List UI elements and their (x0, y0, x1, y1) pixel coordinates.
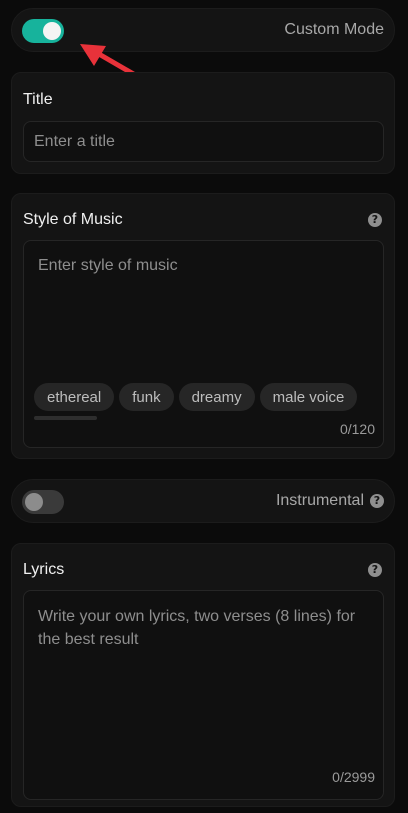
style-heading: Style of Music (23, 211, 123, 228)
title-field (23, 121, 384, 162)
instrumental-help-icon[interactable]: ? (370, 494, 384, 508)
instrumental-toggle[interactable] (22, 490, 64, 514)
create-panel: Custom Mode Title Style of Music ? ether… (0, 0, 408, 813)
toggle-knob (25, 493, 43, 511)
custom-mode-label: Custom Mode (284, 21, 384, 38)
lyrics-help-icon[interactable]: ? (368, 563, 382, 577)
custom-mode-toggle[interactable] (22, 19, 64, 43)
style-tag[interactable]: ethereal (34, 383, 115, 411)
style-section: Style of Music ? ethereal funk dreamy ma… (11, 193, 395, 459)
style-help-icon[interactable]: ? (368, 213, 382, 227)
instrumental-label: Instrumental (275, 492, 364, 509)
lyrics-field: 0/2999 (23, 590, 384, 800)
style-tag[interactable]: dreamy (178, 383, 255, 411)
lyrics-section: Lyrics ? 0/2999 (11, 543, 395, 807)
style-input[interactable] (24, 241, 383, 371)
style-field: ethereal funk dreamy male voice 0/120 (23, 240, 384, 448)
title-input[interactable] (24, 122, 383, 161)
title-heading: Title (23, 91, 53, 108)
style-tag-list: ethereal funk dreamy male voice (34, 383, 358, 411)
custom-mode-row: Custom Mode (11, 8, 395, 52)
title-section: Title (11, 72, 395, 174)
tags-scrollbar[interactable] (34, 416, 97, 420)
instrumental-row: Instrumental ? (11, 479, 395, 523)
lyrics-heading: Lyrics (23, 561, 65, 578)
lyrics-input[interactable] (24, 591, 383, 761)
style-char-counter: 0/120 (339, 421, 375, 437)
style-tag[interactable]: male voice (259, 383, 358, 411)
lyrics-char-counter: 0/2999 (332, 769, 375, 785)
toggle-knob (43, 22, 61, 40)
style-tag[interactable]: funk (119, 383, 174, 411)
